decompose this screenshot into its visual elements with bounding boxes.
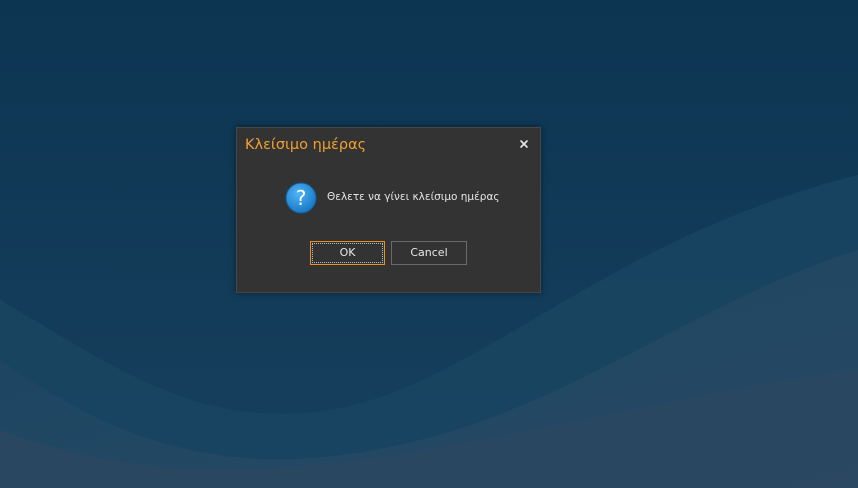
close-day-dialog: Κλείσιμο ημέρας ? Θελετε να γίνει κλείσι…	[236, 127, 541, 293]
ok-button-label: OK	[312, 243, 383, 263]
svg-text:?: ?	[296, 186, 307, 210]
dialog-title: Κλείσιμο ημέρας	[245, 137, 367, 153]
close-icon	[520, 140, 528, 148]
close-button[interactable]	[516, 136, 532, 152]
dialog-message: Θελετε να γίνει κλείσιμο ημέρας	[327, 191, 500, 203]
ok-button[interactable]: OK	[310, 241, 385, 265]
question-icon: ?	[285, 182, 317, 214]
cancel-button[interactable]: Cancel	[391, 241, 467, 265]
desktop-background: Κλείσιμο ημέρας ? Θελετε να γίνει κλείσι…	[0, 0, 858, 488]
